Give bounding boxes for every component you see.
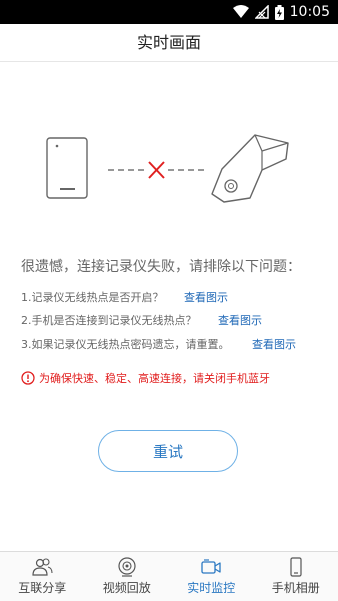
dashcam-device-icon	[212, 135, 288, 202]
error-title: 很遗憾，连接记录仪失败，请排除以下问题：	[21, 256, 301, 276]
wifi-icon	[233, 5, 249, 19]
tip-2-text: 2.手机是否连接到记录仪无线热点？	[21, 312, 197, 328]
phone-icon	[285, 557, 307, 577]
nav-item-playback[interactable]: 视频回放	[85, 552, 170, 601]
status-bar: 10:05	[0, 0, 338, 24]
page-title: 实时画面	[0, 24, 338, 62]
bottom-nav: 互联分享 视频回放 实时监控 手机相册	[0, 551, 338, 601]
nav-label-live-monitor: 实时监控	[187, 579, 235, 596]
status-time: 10:05	[290, 4, 330, 20]
status-icons: 10:05	[233, 3, 330, 21]
bluetooth-warning: 为确保快速、稳定、高速连接，请关闭手机蓝牙	[21, 370, 270, 386]
connection-failed-illustration	[0, 125, 338, 225]
warning-text: 为确保快速、稳定、高速连接，请关闭手机蓝牙	[39, 370, 270, 386]
tip-3-view-diagram-link[interactable]: 查看图示	[252, 336, 296, 352]
tip-1-view-diagram-link[interactable]: 查看图示	[184, 289, 228, 305]
disconnected-x-icon	[149, 162, 164, 178]
phone-device-icon	[47, 138, 87, 198]
tip-2-view-diagram-link[interactable]: 查看图示	[218, 312, 262, 328]
nav-item-live-monitor[interactable]: 实时监控	[169, 552, 254, 601]
camera-lens-icon	[116, 557, 138, 577]
people-icon	[31, 557, 53, 577]
nav-item-phone-album[interactable]: 手机相册	[254, 552, 338, 601]
video-camera-icon	[200, 557, 222, 577]
retry-button[interactable]: 重试	[98, 430, 238, 472]
tip-1-text: 1.记录仪无线热点是否开启？	[21, 289, 164, 305]
nav-label-playback: 视频回放	[103, 579, 151, 596]
signal-icon	[255, 5, 269, 19]
nav-label-share: 互联分享	[18, 579, 66, 596]
warning-icon	[21, 371, 35, 385]
nav-item-share[interactable]: 互联分享	[0, 552, 85, 601]
nav-label-phone-album: 手机相册	[272, 579, 320, 596]
battery-charging-icon	[275, 5, 284, 20]
tip-3-text: 3.如果记录仪无线热点密码遗忘，请重置。	[21, 336, 230, 352]
retry-button-label: 重试	[153, 441, 183, 462]
